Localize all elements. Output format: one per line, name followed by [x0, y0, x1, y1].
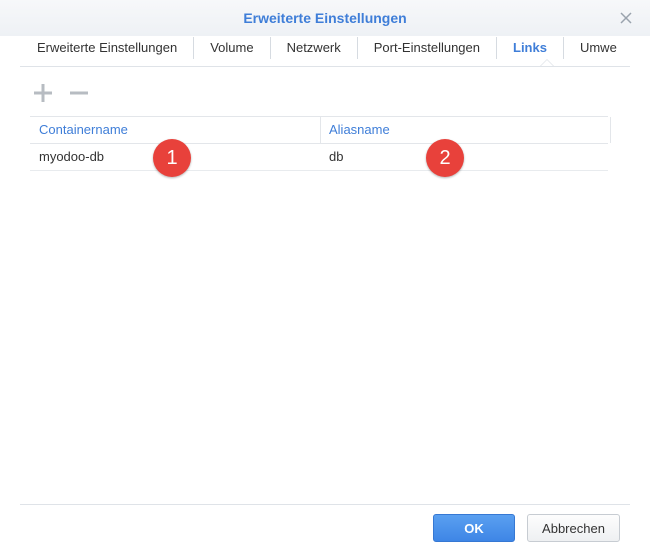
remove-button[interactable] [68, 82, 90, 104]
tab-umwelt[interactable]: Umwe [564, 37, 630, 59]
column-separator[interactable] [320, 117, 321, 143]
minus-icon [70, 91, 88, 95]
tab-port-einstellungen[interactable]: Port-Einstellungen [358, 37, 497, 59]
tab-links[interactable]: Links [497, 37, 564, 59]
column-separator[interactable] [610, 117, 611, 143]
cancel-button[interactable]: Abbrechen [527, 514, 620, 542]
title-bar: Erweiterte Einstellungen [0, 0, 650, 36]
ok-button[interactable]: OK [433, 514, 515, 542]
dialog-window: Erweiterte Einstellungen Erweiterte Eins… [0, 0, 650, 550]
tab-erweiterte-einstellungen[interactable]: Erweiterte Einstellungen [20, 37, 195, 59]
cell-containername: myodoo-db [39, 149, 105, 164]
tab-netzwerk[interactable]: Netzwerk [271, 37, 358, 59]
dialog-title: Erweiterte Einstellungen [243, 10, 407, 26]
cell-aliasname: db [329, 149, 344, 164]
annotation-badge-1: 1 [153, 139, 191, 177]
plus-icon [34, 84, 52, 102]
tab-volume[interactable]: Volume [194, 37, 271, 59]
table-row[interactable]: myodoo-db db [30, 143, 608, 171]
footer-divider [20, 504, 630, 505]
column-header-aliasname[interactable]: Aliasname [329, 117, 390, 143]
close-icon [620, 12, 632, 24]
column-header-containername[interactable]: Containername [39, 117, 128, 143]
grid-header: Containername Aliasname [30, 116, 611, 144]
close-button[interactable] [618, 10, 634, 26]
add-button[interactable] [32, 82, 54, 104]
tab-bar: Erweiterte Einstellungen Volume Netzwerk Po… [20, 36, 630, 67]
active-tab-indicator [540, 59, 554, 66]
annotation-badge-2: 2 [426, 139, 464, 177]
